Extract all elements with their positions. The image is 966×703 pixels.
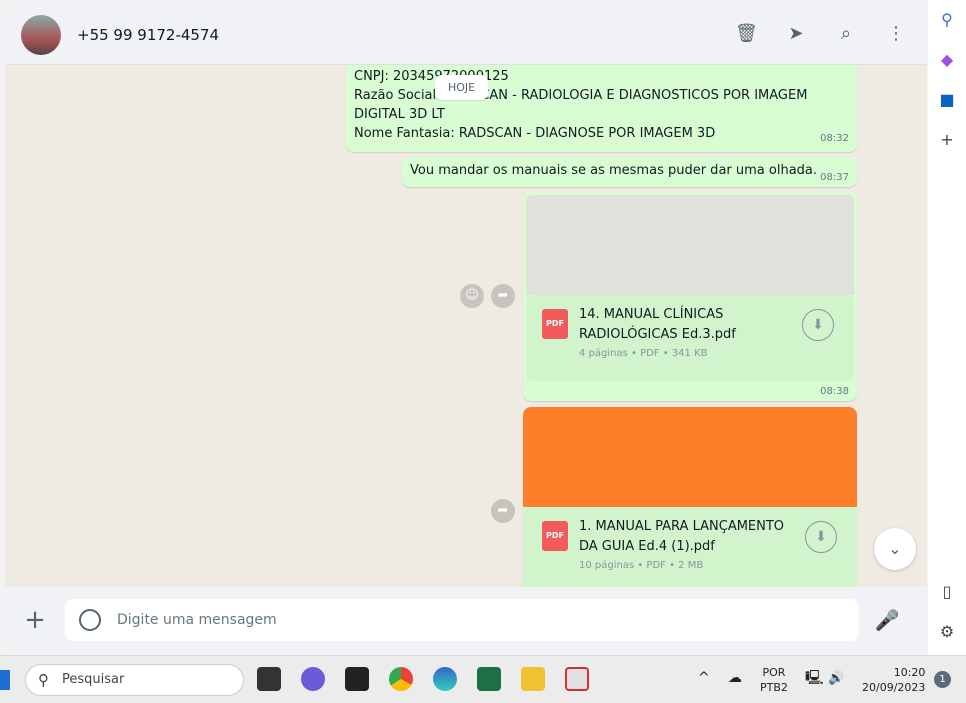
copilot-icon[interactable]: ◆ bbox=[928, 40, 966, 80]
forward-icon[interactable]: ➦ bbox=[491, 284, 515, 308]
chat-header: +55 99 9172-4574 🗑 ➤ ⌕ ⋮ bbox=[5, 5, 927, 65]
teams-icon[interactable] bbox=[301, 667, 325, 691]
menu-icon[interactable]: ⋮ bbox=[885, 23, 907, 45]
outlook-icon[interactable]: ■ bbox=[928, 80, 966, 120]
message-input[interactable]: Digite uma mensagem bbox=[65, 598, 859, 641]
taskbar-search[interactable]: ⚲ Pesquisar bbox=[25, 664, 244, 696]
trash-icon[interactable]: 🗑 bbox=[735, 23, 758, 45]
download-icon[interactable]: ⬇ bbox=[805, 521, 837, 553]
composer: + Digite uma mensagem 🎤 bbox=[5, 587, 927, 652]
clock-time: 10:20 bbox=[893, 666, 926, 679]
download-icon[interactable]: ⬇ bbox=[802, 309, 834, 341]
document-meta: 4 páginas • PDF • 341 KB bbox=[579, 348, 708, 359]
pdf-icon: PDF bbox=[542, 309, 568, 339]
message-bubble: Vou mandar os manuais se as mesmas puder… bbox=[402, 157, 857, 187]
onedrive-icon[interactable]: ☁ bbox=[728, 671, 742, 686]
message-line: Nome Fantasia: RADSCAN - DIAGNOSE POR IM… bbox=[354, 126, 716, 141]
label-icon[interactable]: ➤ bbox=[785, 23, 807, 45]
taskbar: ⚲ Pesquisar ^ ☁ POR PTB2 🖳 🔊 10:20 20/09/20… bbox=[0, 655, 966, 703]
network-icon[interactable]: 🖳 bbox=[805, 671, 824, 686]
task-view-icon[interactable] bbox=[257, 667, 281, 691]
attach-plus-icon[interactable]: + bbox=[5, 605, 65, 635]
message-list[interactable]: CNPJ: 20345972000125 Razão Social: RADSC… bbox=[5, 65, 927, 587]
pdf-icon: PDF bbox=[542, 521, 568, 551]
message-time: 08:38 bbox=[820, 386, 849, 397]
document-preview[interactable] bbox=[523, 407, 857, 507]
search-icon: ⚲ bbox=[38, 671, 49, 689]
language-indicator[interactable]: POR PTB2 bbox=[760, 665, 788, 695]
date-badge: HOJE bbox=[435, 75, 489, 100]
keyboard-layout: PTB2 bbox=[760, 681, 788, 694]
start-icon[interactable] bbox=[0, 670, 10, 690]
snipping-tool-icon[interactable] bbox=[565, 667, 589, 691]
edge-icon[interactable] bbox=[433, 667, 457, 691]
document-name: 1. MANUAL PARA LANÇAMENTO DA GUIA Ed.4 (… bbox=[579, 519, 785, 554]
chrome-icon[interactable] bbox=[389, 667, 413, 691]
document-name: 14. MANUAL CLÍNICAS RADIOLÓGICAS Ed.3.pd… bbox=[579, 307, 736, 342]
document-card[interactable]: PDF 1. MANUAL PARA LANÇAMENTO DA GUIA Ed… bbox=[523, 507, 857, 587]
message-line: CNPJ: 20345972000125 bbox=[354, 69, 509, 84]
whatsapp-window: +55 99 9172-4574 🗑 ➤ ⌕ ⋮ CNPJ: 203459720… bbox=[5, 5, 927, 652]
message-time: 08:32 bbox=[820, 133, 849, 144]
sidebar-toggle-icon[interactable]: ▯ bbox=[928, 572, 966, 612]
mic-icon[interactable]: 🎤 bbox=[859, 608, 915, 632]
search-icon[interactable]: ⚲ bbox=[928, 0, 966, 40]
message-text: Vou mandar os manuais se as mesmas puder… bbox=[410, 163, 818, 178]
clock[interactable]: 10:20 20/09/2023 bbox=[862, 665, 925, 695]
forward-icon[interactable]: ➦ bbox=[491, 499, 515, 523]
message-time: 08:37 bbox=[820, 172, 849, 183]
document-message: PDF 14. MANUAL CLÍNICAS RADIOLÓGICAS Ed.… bbox=[523, 192, 857, 401]
chevron-up-icon[interactable]: ^ bbox=[698, 671, 710, 686]
document-meta: 10 páginas • PDF • 2 MB bbox=[579, 560, 704, 571]
language-code: POR bbox=[762, 666, 786, 679]
emoji-react-icon[interactable]: ☺ bbox=[460, 284, 484, 308]
clock-date: 20/09/2023 bbox=[862, 681, 926, 694]
settings-icon[interactable]: ⚙ bbox=[928, 612, 966, 652]
search-label: Pesquisar bbox=[62, 672, 125, 687]
message-line: Razão Social: RADSCAN - RADIOLOGIA E DIA… bbox=[354, 88, 808, 103]
scroll-down-button[interactable]: ⌄ bbox=[874, 528, 916, 570]
emoji-icon[interactable] bbox=[79, 608, 101, 631]
document-card[interactable]: PDF 14. MANUAL CLÍNICAS RADIOLÓGICAS Ed.… bbox=[526, 295, 854, 381]
contact-name[interactable]: +55 99 9172-4574 bbox=[77, 26, 219, 44]
document-preview[interactable] bbox=[526, 195, 854, 295]
message-line: DIGITAL 3D LT bbox=[354, 107, 445, 122]
file-explorer-icon[interactable] bbox=[521, 667, 545, 691]
notification-badge[interactable]: 1 bbox=[934, 671, 951, 688]
message-placeholder: Digite uma mensagem bbox=[117, 611, 277, 628]
excel-icon[interactable] bbox=[477, 667, 501, 691]
document-message: PDF 1. MANUAL PARA LANÇAMENTO DA GUIA Ed… bbox=[523, 407, 857, 587]
message-bubble: CNPJ: 20345972000125 Razão Social: RADSC… bbox=[346, 65, 857, 152]
sticky-notes-icon[interactable] bbox=[345, 667, 369, 691]
avatar[interactable] bbox=[21, 14, 61, 55]
add-icon[interactable]: + bbox=[928, 120, 966, 160]
search-icon[interactable]: ⌕ bbox=[835, 23, 857, 45]
volume-icon[interactable]: 🔊 bbox=[828, 671, 844, 686]
edge-sidebar: ⚲ ◆ ■ + ▯ ⚙ bbox=[928, 0, 966, 655]
